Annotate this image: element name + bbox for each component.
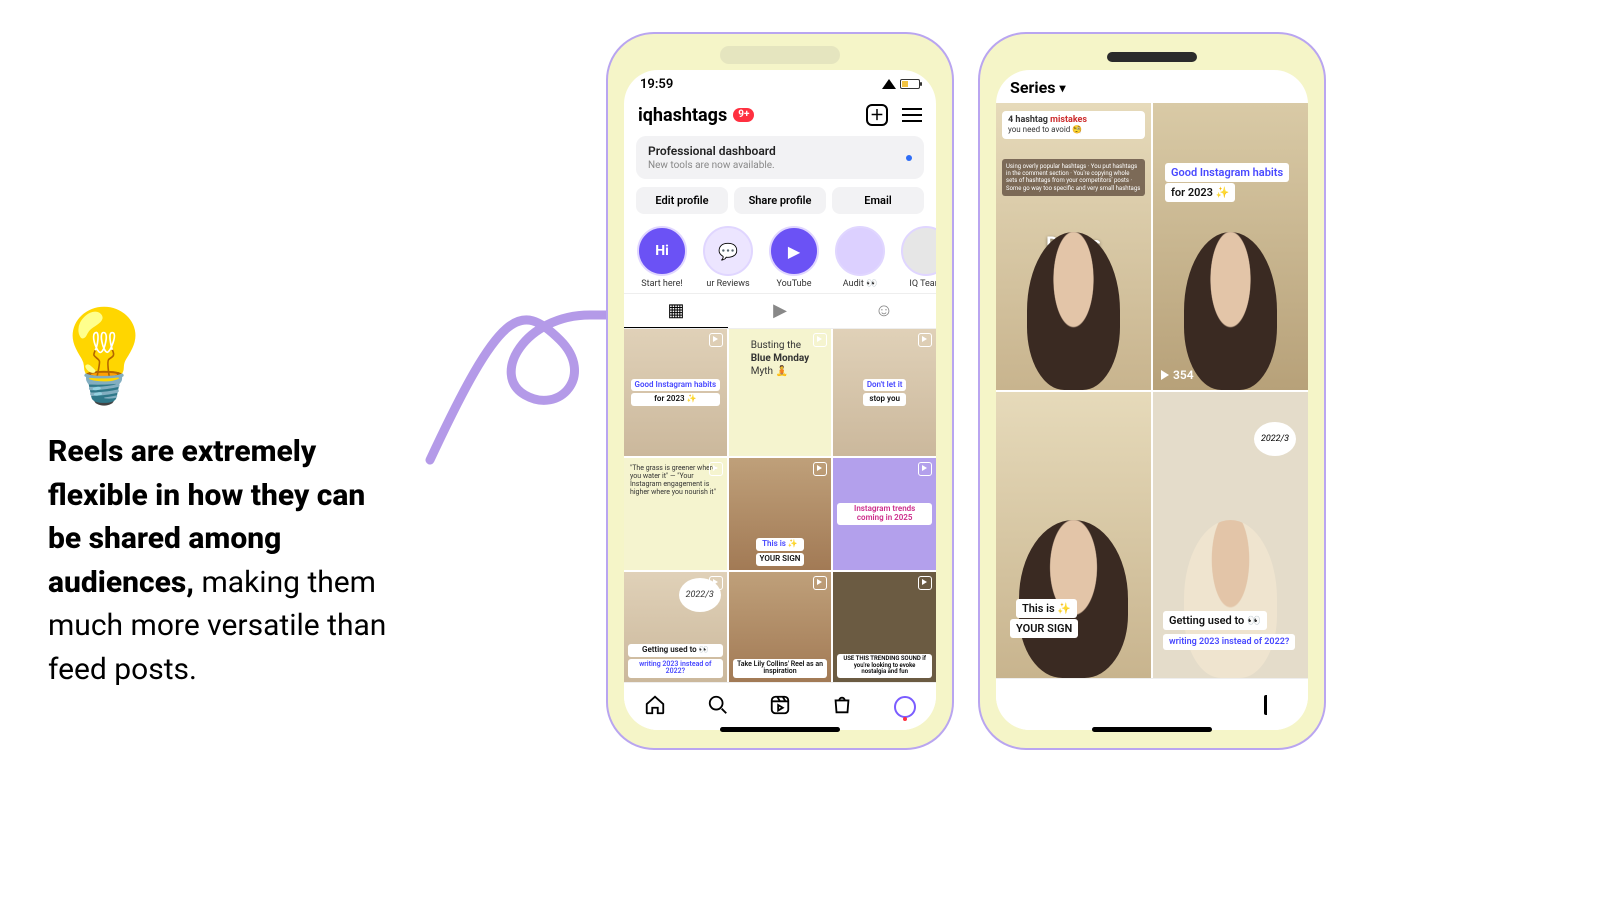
bottom-nav (996, 678, 1308, 730)
profile-tabs: ▦ ▶ ☺ (624, 293, 936, 329)
home-indicator (720, 727, 840, 732)
share-profile-button[interactable]: Share profile (734, 187, 826, 214)
new-indicator-dot (906, 155, 912, 161)
dashboard-title: Professional dashboard (648, 144, 912, 158)
post-thumb[interactable]: Instagram trends coming in 2025 (833, 458, 936, 570)
lightbulb-icon: 💡 (48, 312, 388, 402)
home-indicator (1092, 727, 1212, 732)
highlights-row[interactable]: HiStart here! 💬ur Reviews ▶YouTube Audit… (624, 222, 936, 293)
nav-more[interactable] (1264, 695, 1270, 715)
phone-mockup-profile: 19:59 iqhashtags 9+ ＋ Professional dashb… (606, 32, 954, 750)
reels-grid: 4 hashtag mistakes you need to avoid 🧐 U… (996, 103, 1308, 678)
dashboard-subtitle: New tools are now available. (648, 160, 912, 171)
battery-icon (900, 79, 920, 89)
screen-reels: Series▾ 4 hashtag mistakes you need to a… (996, 70, 1308, 730)
email-button[interactable]: Email (832, 187, 924, 214)
edit-profile-button[interactable]: Edit profile (636, 187, 728, 214)
reel-icon (918, 333, 932, 347)
view-count: 354 (1161, 368, 1194, 382)
post-thumb[interactable]: This is ✨YOUR SIGN (729, 458, 832, 570)
nav-reels[interactable] (769, 694, 791, 720)
post-thumb[interactable]: Good Instagram habitsfor 2023 ✨ (624, 329, 727, 456)
highlight-audit[interactable]: Audit 👀 (832, 226, 888, 289)
reel-icon (813, 462, 827, 476)
tagged-icon: ☺ (875, 300, 893, 321)
tab-reels[interactable]: ▶ (728, 294, 832, 328)
notification-badge: 9+ (733, 108, 754, 122)
screen-profile: 19:59 iqhashtags 9+ ＋ Professional dashb… (624, 70, 936, 730)
nav-search[interactable] (707, 694, 729, 720)
reel-thumb[interactable]: 2022/3 Getting used to 👀 writing 2023 in… (1153, 392, 1308, 679)
reel-icon (813, 576, 827, 590)
nav-shop[interactable] (831, 694, 853, 720)
hashtag-mistakes-card: 4 hashtag mistakes you need to avoid 🧐 (1002, 111, 1145, 139)
highlight-reviews[interactable]: 💬ur Reviews (700, 226, 756, 289)
post-thumb[interactable]: Busting theBlue MondayMyth 🧘 (729, 329, 832, 456)
username[interactable]: iqhashtags (638, 105, 727, 126)
grid-icon: ▦ (667, 300, 684, 321)
reel-thumb-drafts[interactable]: 4 hashtag mistakes you need to avoid 🧐 U… (996, 103, 1151, 390)
reel-thumb[interactable]: This is ✨ YOUR SIGN (996, 392, 1151, 679)
tab-grid[interactable]: ▦ (624, 294, 728, 328)
reel-thumb[interactable]: Good Instagram habits for 2023 ✨ 354 (1153, 103, 1308, 390)
left-copy-block: 💡 Reels are extremely flexible in how th… (48, 312, 388, 691)
menu-button[interactable] (902, 108, 922, 122)
professional-dashboard-card[interactable]: Professional dashboard New tools are now… (636, 136, 924, 179)
nav-profile[interactable] (894, 696, 916, 718)
post-thumb[interactable]: Don't let itstop you (833, 329, 936, 456)
bottom-nav (624, 682, 936, 730)
reel-icon (918, 462, 932, 476)
post-thumb[interactable]: USE THIS TRENDING SOUND if you're lookin… (833, 572, 936, 682)
highlight-youtube[interactable]: ▶YouTube (766, 226, 822, 289)
tab-tagged[interactable]: ☺ (832, 294, 936, 328)
highlight-team[interactable]: IQ Team (898, 226, 936, 289)
post-thumb[interactable]: "The grass is greener where you water it… (624, 458, 727, 570)
series-dropdown[interactable]: Series▾ (996, 70, 1308, 103)
phone-mockup-reels: Series▾ 4 hashtag mistakes you need to a… (978, 32, 1326, 750)
create-post-button[interactable]: ＋ (866, 104, 888, 126)
chevron-down-icon: ▾ (1059, 81, 1065, 95)
status-bar: 19:59 (624, 70, 936, 98)
nav-home[interactable] (644, 694, 666, 720)
reel-icon (918, 576, 932, 590)
post-grid: Good Instagram habitsfor 2023 ✨ Busting … (624, 329, 936, 682)
phone-notch (1107, 52, 1197, 62)
reel-icon (813, 333, 827, 347)
highlight-start-here[interactable]: HiStart here! (634, 226, 690, 289)
reel-icon (709, 333, 723, 347)
play-icon (1161, 370, 1169, 380)
reels-icon: ▶ (773, 300, 787, 321)
reel-icon (709, 462, 723, 476)
status-time: 19:59 (640, 77, 673, 92)
post-thumb[interactable]: Take Lily Collins' Reel as an inspiratio… (729, 572, 832, 682)
post-thumb[interactable]: 2022/3 Getting used to 👀writing 2023 ins… (624, 572, 727, 682)
wifi-icon (882, 79, 896, 89)
profile-header: iqhashtags 9+ ＋ (624, 98, 936, 130)
phone-notch (720, 46, 840, 64)
headline-text: Reels are extremely flexible in how they… (48, 430, 388, 691)
